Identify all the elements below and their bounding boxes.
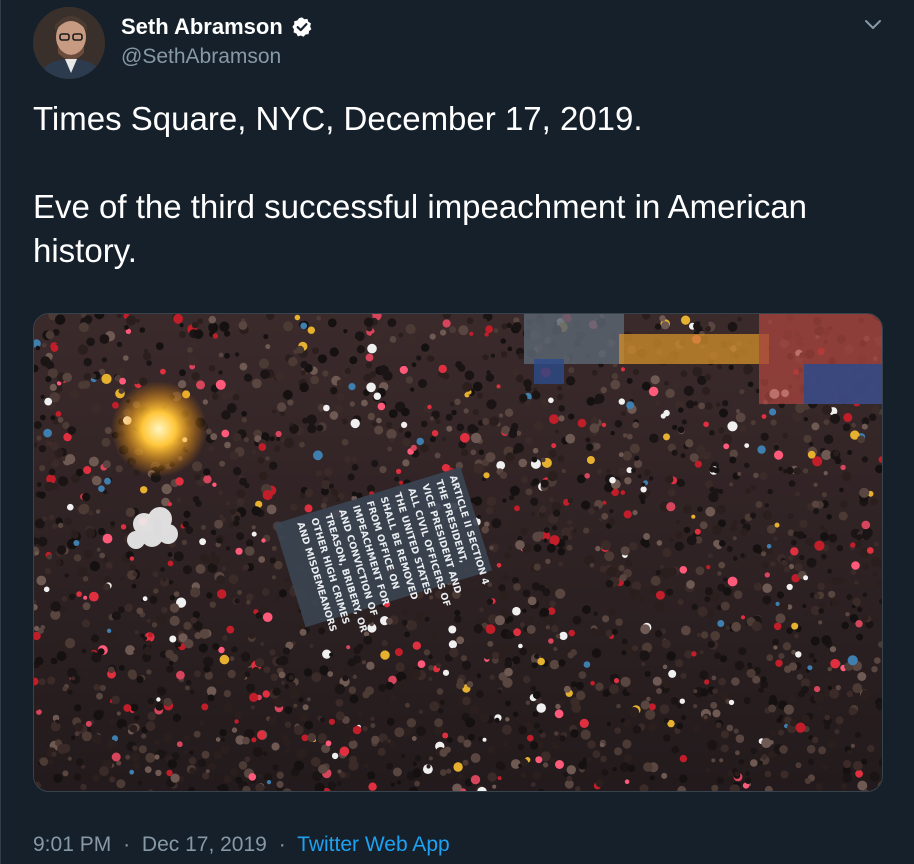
tweet-paragraph-1: Times Square, NYC, December 17, 2019. <box>33 100 643 137</box>
tweet-paragraph-2: Eve of the third successful impeachment … <box>33 188 808 269</box>
tweet-photo[interactable]: ARTICLE II SECTION 4 THE PRESIDENT, VICE P… <box>33 313 883 792</box>
avatar[interactable] <box>33 7 105 79</box>
meta-separator: · <box>123 833 131 856</box>
author-name-row[interactable]: Seth Abramson <box>121 14 313 40</box>
crowd-photo: ARTICLE II SECTION 4THE PRESIDENT,VICE P… <box>34 314 882 791</box>
author-handle[interactable]: @SethAbramson <box>121 44 281 70</box>
display-name[interactable]: Seth Abramson <box>121 14 283 40</box>
tweet-text: Times Square, NYC, December 17, 2019. Ev… <box>33 97 873 273</box>
tweet-date[interactable]: Dec 17, 2019 <box>142 833 267 856</box>
meta-separator-2: · <box>278 833 286 856</box>
chevron-down-icon[interactable] <box>862 14 884 36</box>
verified-badge-icon <box>291 16 313 38</box>
tweet-meta: 9:01 PM · Dec 17, 2019 · Twitter Web App <box>33 831 450 859</box>
tweet-card: Seth Abramson @SethAbramson Times Square… <box>0 0 914 864</box>
tweet-time[interactable]: 9:01 PM <box>33 833 111 856</box>
tweet-source-link[interactable]: Twitter Web App <box>297 833 450 856</box>
